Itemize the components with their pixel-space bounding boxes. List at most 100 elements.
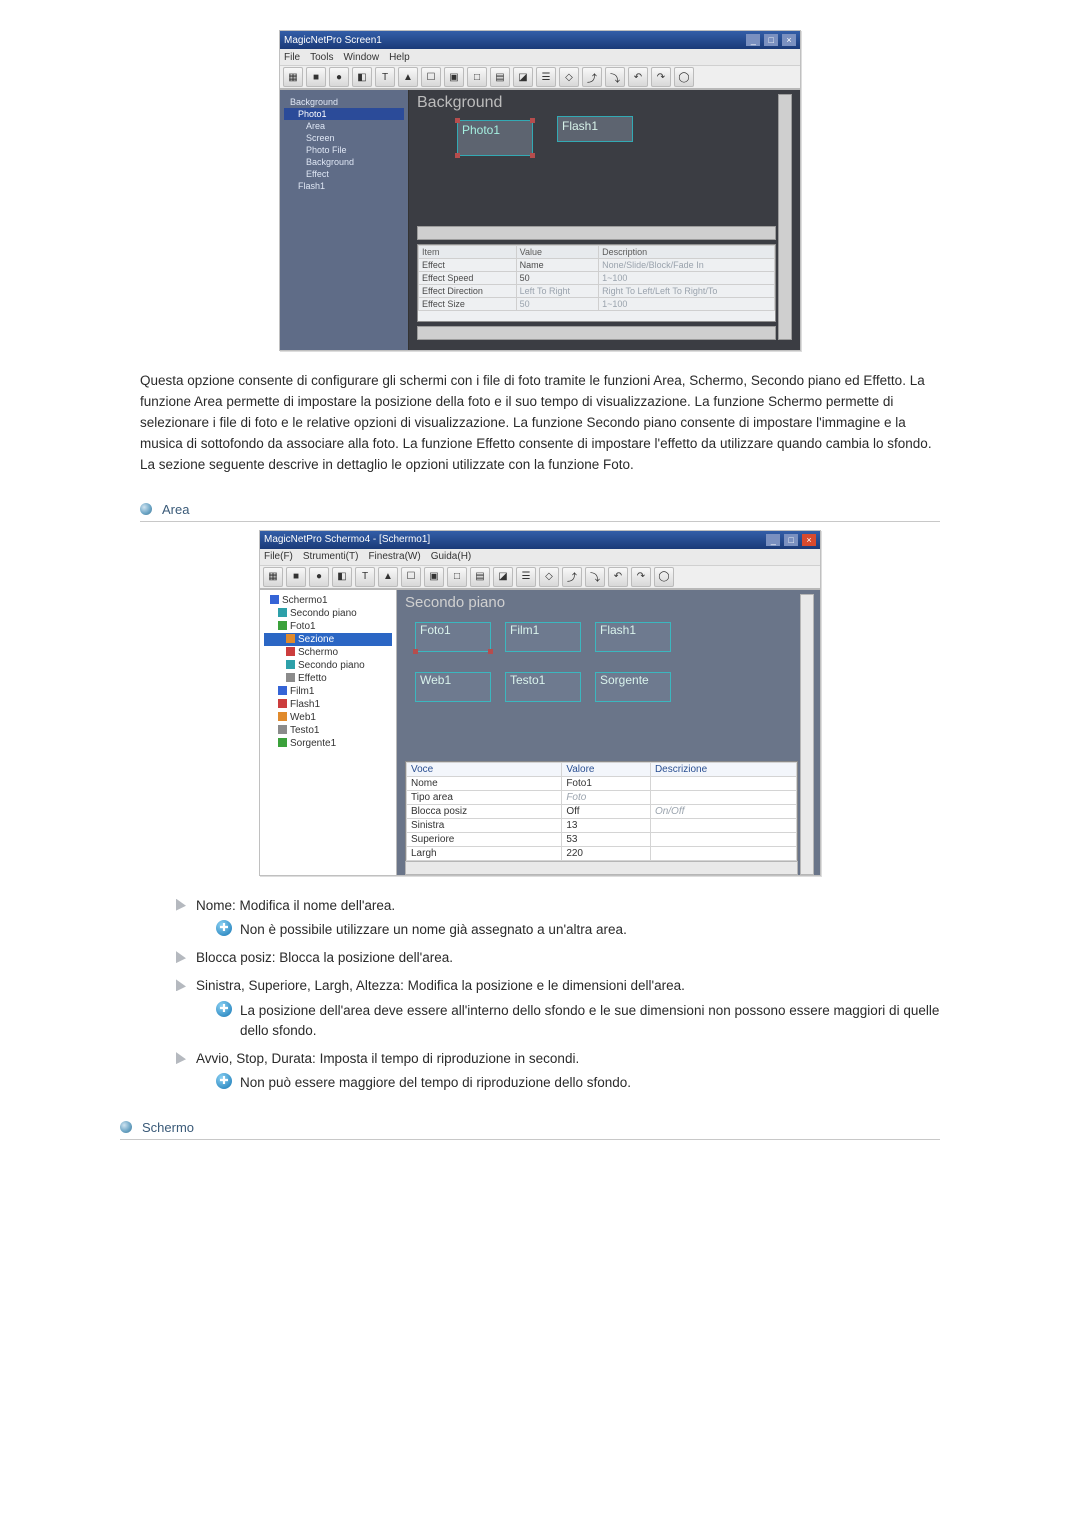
tree-item[interactable]: Background xyxy=(284,96,404,108)
table-row[interactable]: Effect Size 50 1~100 xyxy=(419,298,775,311)
scrollbar-horizontal[interactable] xyxy=(405,861,798,875)
close-icon[interactable]: × xyxy=(802,534,816,546)
tree-item[interactable]: Secondo piano xyxy=(264,607,392,620)
toolbar-icon[interactable]: ▣ xyxy=(444,67,464,87)
toolbar-icon[interactable]: ▦ xyxy=(263,567,283,587)
canvas-box[interactable]: Flash1 xyxy=(595,622,671,652)
menu-file[interactable]: File xyxy=(284,52,300,63)
toolbar-icon[interactable]: ⤴ xyxy=(562,567,582,587)
menu-help[interactable]: Guida(H) xyxy=(431,551,472,562)
property-grid[interactable]: Item Value Description Effect Name None/… xyxy=(417,244,776,322)
toolbar-icon[interactable]: ◧ xyxy=(332,567,352,587)
table-row[interactable]: Blocca posiz Off On/Off xyxy=(407,804,797,818)
tree-item[interactable]: Screen xyxy=(284,132,404,144)
toolbar-icon[interactable]: ▲ xyxy=(398,67,418,87)
canvas-box-flash[interactable]: Flash1 xyxy=(557,116,633,142)
canvas-box-photo[interactable]: Photo1 xyxy=(457,120,533,156)
toolbar-icon[interactable]: ▲ xyxy=(378,567,398,587)
table-row[interactable]: Nome Foto1 xyxy=(407,776,797,790)
tree-item[interactable]: Secondo piano xyxy=(264,659,392,672)
table-row[interactable]: Effect Name None/Slide/Block/Fade In xyxy=(419,259,775,272)
layout-canvas[interactable]: Background Photo1 Flash1 xyxy=(409,90,800,350)
toolbar-icon[interactable]: ◪ xyxy=(513,67,533,87)
toolbar-icon[interactable]: ▣ xyxy=(424,567,444,587)
tree-item[interactable]: Effect xyxy=(284,168,404,180)
scrollbar-vertical[interactable] xyxy=(778,94,792,340)
toolbar-icon[interactable]: ⤴ xyxy=(582,67,602,87)
tree-item[interactable]: Effetto xyxy=(264,672,392,685)
menu-tools[interactable]: Tools xyxy=(310,52,333,63)
toolbar-icon[interactable]: T xyxy=(375,67,395,87)
tree-item[interactable]: Film1 xyxy=(264,685,392,698)
tree-item[interactable]: Flash1 xyxy=(284,180,404,192)
minimize-icon[interactable]: _ xyxy=(766,534,780,546)
maximize-icon[interactable]: □ xyxy=(784,534,798,546)
tree-item[interactable]: Testo1 xyxy=(264,724,392,737)
menu-help[interactable]: Help xyxy=(389,52,410,63)
tree-item[interactable]: Schermo1 xyxy=(264,594,392,607)
table-row[interactable]: Tipo area Foto xyxy=(407,790,797,804)
toolbar-icon[interactable]: ■ xyxy=(286,567,306,587)
toolbar-icon[interactable]: ↶ xyxy=(608,567,628,587)
toolbar-icon[interactable]: ↷ xyxy=(651,67,671,87)
toolbar-icon[interactable]: ◯ xyxy=(654,567,674,587)
tree-item[interactable]: Schermo xyxy=(264,646,392,659)
toolbar-icon[interactable]: ◧ xyxy=(352,67,372,87)
table-row[interactable]: Superiore 53 xyxy=(407,832,797,846)
table-row[interactable]: Sinistra 13 xyxy=(407,818,797,832)
tree-view[interactable]: Schermo1 Secondo piano Foto1 Sezione Sch… xyxy=(260,590,397,875)
tree-item-selected[interactable]: Sezione xyxy=(264,633,392,646)
scrollbar-vertical[interactable] xyxy=(800,594,814,875)
toolbar-icon[interactable]: ☐ xyxy=(421,67,441,87)
table-row[interactable]: Effect Speed 50 1~100 xyxy=(419,272,775,285)
toolbar-icon[interactable]: ⤵ xyxy=(605,67,625,87)
toolbar-icon[interactable]: ◯ xyxy=(674,67,694,87)
tree-view[interactable]: Background Photo1 Area Screen Photo File… xyxy=(280,90,409,350)
property-grid[interactable]: Voce Valore Descrizione Nome Foto1 Tipo … xyxy=(405,761,798,861)
close-icon[interactable]: × xyxy=(782,34,796,46)
scrollbar-horizontal[interactable] xyxy=(417,326,776,340)
maximize-icon[interactable]: □ xyxy=(764,34,778,46)
menu-tools[interactable]: Strumenti(T) xyxy=(303,551,359,562)
canvas-box[interactable]: Sorgente xyxy=(595,672,671,702)
toolbar-icon[interactable]: ☐ xyxy=(401,567,421,587)
canvas-box[interactable]: Testo1 xyxy=(505,672,581,702)
toolbar-icon[interactable]: ☰ xyxy=(516,567,536,587)
toolbar-icon[interactable]: ▤ xyxy=(490,67,510,87)
menu-file[interactable]: File(F) xyxy=(264,551,293,562)
cell: 1~100 xyxy=(599,272,775,285)
toolbar-icon[interactable]: ☰ xyxy=(536,67,556,87)
table-row[interactable]: Largh 220 xyxy=(407,846,797,860)
toolbar-icon[interactable]: ↷ xyxy=(631,567,651,587)
toolbar-icon[interactable]: ▦ xyxy=(283,67,303,87)
tree-item[interactable]: Web1 xyxy=(264,711,392,724)
tree-item-selected[interactable]: Photo1 xyxy=(284,108,404,120)
tree-item[interactable]: Photo File xyxy=(284,144,404,156)
tree-item[interactable]: Foto1 xyxy=(264,620,392,633)
toolbar-icon[interactable]: ◇ xyxy=(559,67,579,87)
toolbar-icon[interactable]: ▤ xyxy=(470,567,490,587)
canvas-box[interactable]: Web1 xyxy=(415,672,491,702)
toolbar-icon[interactable]: T xyxy=(355,567,375,587)
menu-window[interactable]: Finestra(W) xyxy=(368,551,420,562)
toolbar-icon[interactable]: ↶ xyxy=(628,67,648,87)
toolbar-icon[interactable]: □ xyxy=(447,567,467,587)
toolbar-icon[interactable]: ◇ xyxy=(539,567,559,587)
menu-window[interactable]: Window xyxy=(343,52,379,63)
layout-canvas[interactable]: Secondo piano Foto1 Film1 Flash1 Web1 Te… xyxy=(397,590,820,875)
toolbar-icon[interactable]: □ xyxy=(467,67,487,87)
minimize-icon[interactable]: _ xyxy=(746,34,760,46)
tree-item[interactable]: Flash1 xyxy=(264,698,392,711)
canvas-box[interactable]: Film1 xyxy=(505,622,581,652)
scrollbar-horizontal[interactable] xyxy=(417,226,776,240)
toolbar-icon[interactable]: ◪ xyxy=(493,567,513,587)
tree-item[interactable]: Background xyxy=(284,156,404,168)
tree-item[interactable]: Area xyxy=(284,120,404,132)
canvas-box[interactable]: Foto1 xyxy=(415,622,491,652)
tree-item[interactable]: Sorgente1 xyxy=(264,737,392,750)
toolbar-icon[interactable]: ● xyxy=(309,567,329,587)
toolbar-icon[interactable]: ⤵ xyxy=(585,567,605,587)
toolbar-icon[interactable]: ● xyxy=(329,67,349,87)
toolbar-icon[interactable]: ■ xyxy=(306,67,326,87)
table-row[interactable]: Effect Direction Left To Right Right To … xyxy=(419,285,775,298)
